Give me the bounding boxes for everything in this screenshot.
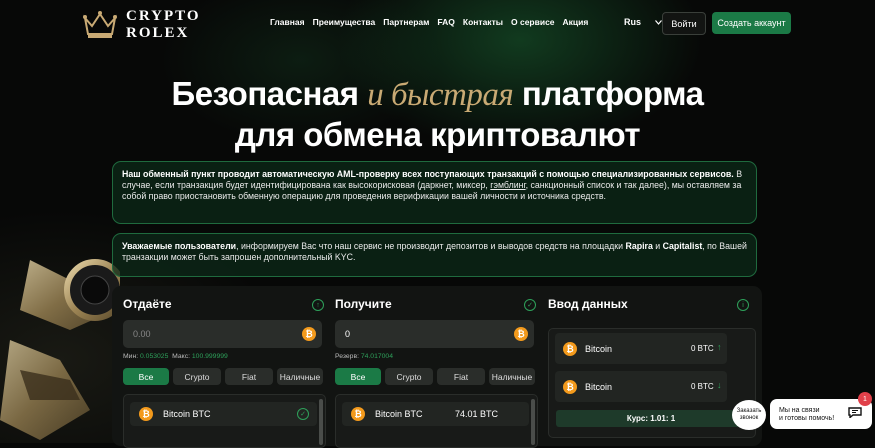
signup-button[interactable]: Создать аккаунт (712, 12, 791, 34)
give-currency-list: ₿ Bitcoin BTC ✓ (123, 394, 326, 448)
give-title: Отдаёте (123, 297, 172, 311)
chat-text: Мы на связи и готовы помочь! (779, 407, 835, 422)
callback-button[interactable]: Заказать звонок (732, 400, 766, 430)
give-limits: Мин: 0.053025 Макс: 100.999999 (123, 353, 228, 360)
hero-title: Безопасная и быстрая платформа для обмен… (171, 75, 704, 153)
receive-tab-fiat[interactable]: Fiat (437, 368, 485, 385)
give-filter-tabs: Все Crypto Fiat Наличные (123, 368, 323, 385)
receive-tab-cash[interactable]: Наличные (489, 368, 535, 385)
receive-coin-amount: 74.01 BTC (455, 409, 499, 419)
summary-receive-row: ₿ Bitcoin 0 BTC ↓ (555, 371, 727, 402)
receive-title: Получите (335, 297, 392, 311)
watch-image (0, 259, 120, 440)
summary-give-row: ₿ Bitcoin 0 BTC ↑ (555, 333, 727, 364)
hero-accent: и быстрая (367, 77, 514, 113)
data-title: Ввод данных (548, 297, 628, 311)
nav-item-faq[interactable]: FAQ (437, 17, 454, 27)
nav-item-home[interactable]: Главная (270, 17, 305, 27)
gambling-link[interactable]: гэмблинг (490, 180, 525, 190)
chat-icon (848, 407, 862, 418)
arrow-up-icon: ↑ (312, 299, 324, 311)
bitcoin-icon: ₿ (563, 342, 577, 356)
nav-item-about[interactable]: О сервисе (511, 17, 555, 27)
nav-item-advantages[interactable]: Преимущества (313, 17, 376, 27)
receive-tab-crypto[interactable]: Crypto (385, 368, 433, 385)
main-nav: Главная Преимущества Партнерам FAQ Конта… (270, 17, 588, 27)
receive-amount-input[interactable]: 0 (335, 320, 534, 348)
bitcoin-icon: ₿ (302, 327, 316, 341)
bitcoin-icon: ₿ (351, 407, 365, 421)
receive-scrollbar[interactable] (531, 399, 535, 445)
nav-item-promo[interactable]: Акция (563, 17, 589, 27)
receive-currency-item[interactable]: ₿ Bitcoin BTC 74.01 BTC (342, 402, 529, 426)
give-tab-crypto[interactable]: Crypto (173, 368, 221, 385)
give-currency-item[interactable]: ₿ Bitcoin BTC ✓ (130, 402, 317, 426)
chat-widget[interactable]: Мы на связи и готовы помочь! (770, 399, 872, 429)
chevron-down-icon (655, 19, 662, 25)
chat-notification-badge: 1 (858, 392, 872, 406)
bitcoin-icon: ₿ (563, 380, 577, 394)
give-amount-input[interactable]: 0.00 (123, 320, 322, 348)
arrow-up-icon: ↑ (717, 342, 722, 352)
crown-icon (83, 11, 117, 38)
give-tab-cash[interactable]: Наличные (277, 368, 323, 385)
receive-filter-tabs: Все Crypto Fiat Наличные (335, 368, 535, 385)
exchange-panel: Отдаёте ↑ 0.00 ₿ Мин: 0.053025 Макс: 100… (112, 286, 762, 448)
bitcoin-icon: ₿ (139, 407, 153, 421)
logo-text: CRYPTO ROLEX (126, 8, 201, 41)
login-button[interactable]: Войти (662, 12, 706, 35)
receive-tab-all[interactable]: Все (335, 368, 381, 385)
nav-item-partners[interactable]: Партнерам (383, 17, 429, 27)
bitcoin-icon: ₿ (514, 327, 528, 341)
logo[interactable]: CRYPTO ROLEX (82, 8, 201, 42)
check-icon: ✓ (524, 299, 536, 311)
check-icon: ✓ (297, 408, 309, 420)
language-select[interactable]: Rus (624, 17, 662, 27)
aml-notice: Наш обменный пункт проводит автоматическ… (112, 161, 757, 224)
give-tab-all[interactable]: Все (123, 368, 169, 385)
receive-reserve: Резерв: 74.017004 (335, 353, 393, 360)
arrow-down-icon: ↓ (717, 380, 722, 390)
receive-currency-list: ₿ Bitcoin BTC 74.01 BTC (335, 394, 538, 448)
exchange-rate: Курс: 1.01: 1 (556, 410, 746, 427)
info-icon: i (737, 299, 749, 311)
give-scrollbar[interactable] (319, 399, 323, 445)
language-value: Rus (624, 17, 642, 27)
give-tab-fiat[interactable]: Fiat (225, 368, 273, 385)
users-notice: Уважаемые пользователи, информируем Вас … (112, 233, 757, 277)
nav-item-contacts[interactable]: Контакты (463, 17, 503, 27)
